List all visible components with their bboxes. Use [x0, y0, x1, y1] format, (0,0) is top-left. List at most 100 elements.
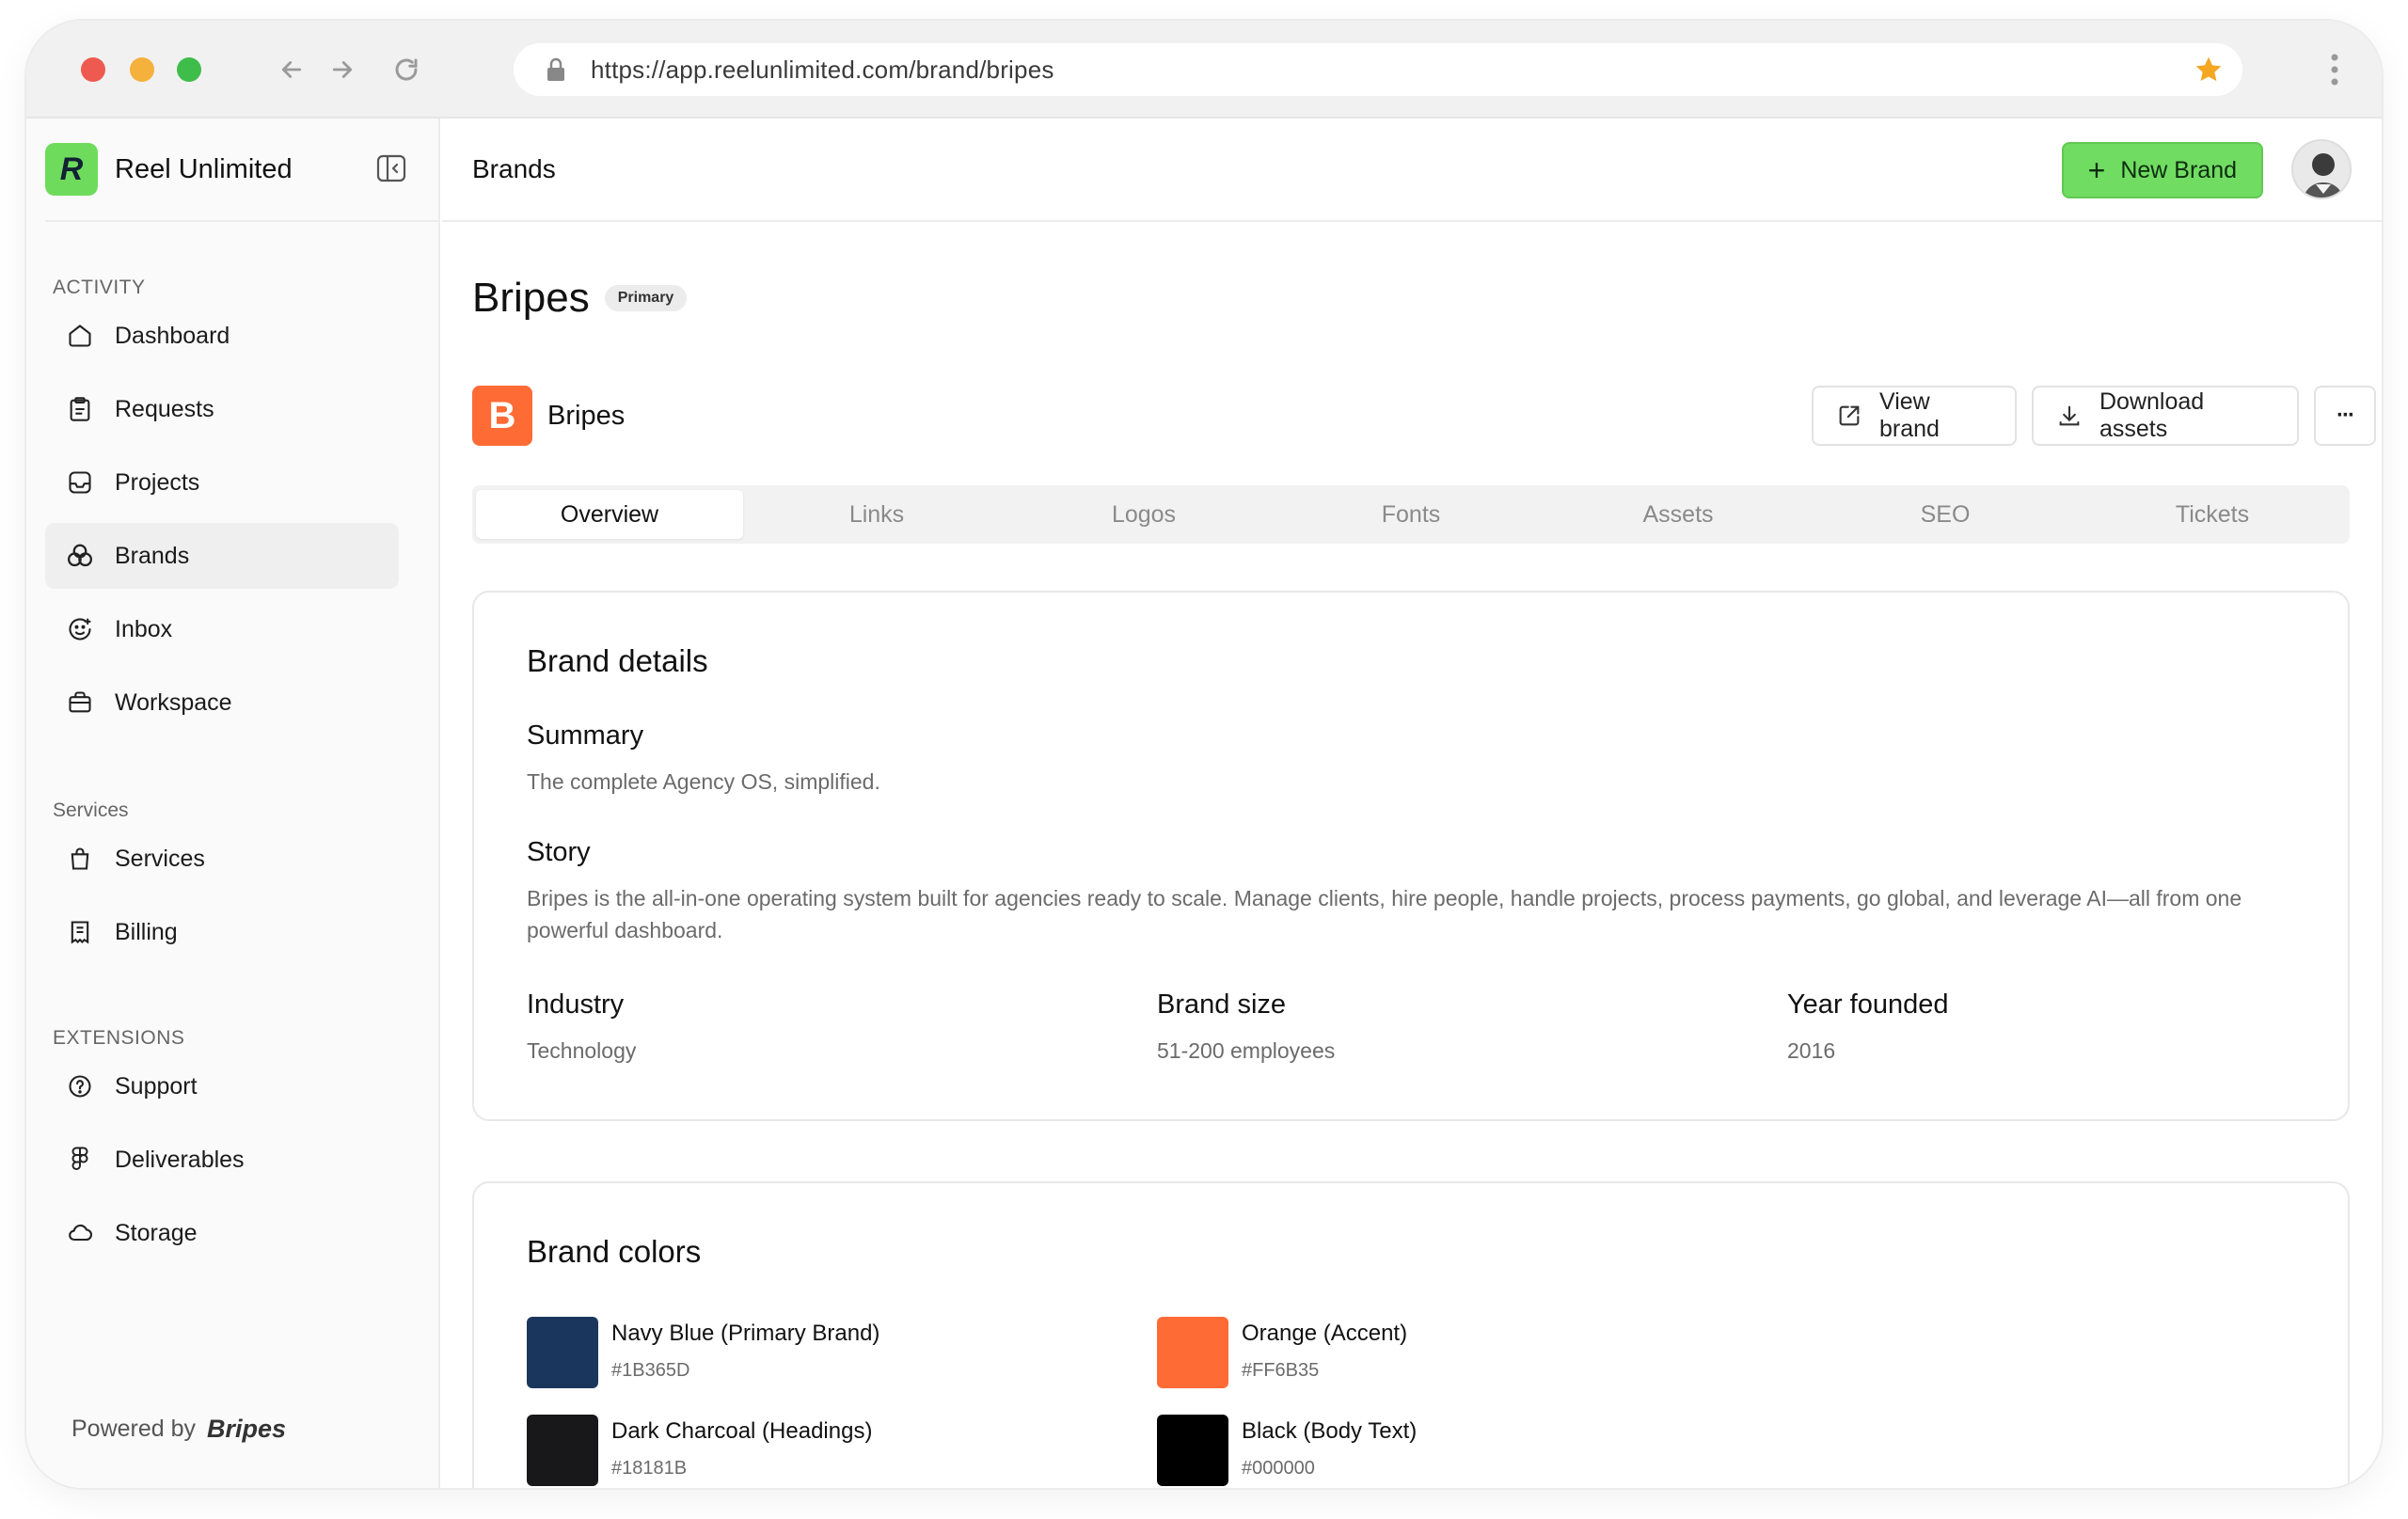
color-swatch[interactable]: Dark Charcoal (Headings) #18181B — [527, 1415, 872, 1486]
color-name: Black (Body Text) — [1242, 1418, 1418, 1444]
sidebar-item-brands[interactable]: Brands — [45, 523, 399, 589]
color-hex: #FF6B35 — [1242, 1360, 1320, 1381]
color-swatch[interactable]: Orange (Accent) #FF6B35 — [1157, 1317, 1407, 1388]
brand-size-value: 51-200 employees — [1157, 1038, 1336, 1063]
new-brand-button[interactable]: + New Brand — [2061, 142, 2263, 198]
tab-tickets[interactable]: Tickets — [2079, 490, 2346, 539]
brand-size-label: Brand size — [1157, 989, 1287, 1020]
back-arrow-icon[interactable] — [273, 51, 310, 88]
plus-icon: + — [2087, 153, 2106, 187]
figma-icon — [64, 1144, 96, 1176]
powered-by-label: Powered by — [71, 1416, 197, 1442]
year-founded-value: 2016 — [1787, 1038, 1836, 1063]
close-window-button[interactable] — [81, 57, 105, 82]
summary-text: The complete Agency OS, simplified. — [527, 769, 880, 794]
tab-assets[interactable]: Assets — [1545, 490, 1812, 539]
view-brand-button[interactable]: View brand — [1812, 386, 2017, 446]
forward-arrow-icon[interactable] — [324, 51, 361, 88]
browser-menu-icon[interactable] — [2329, 53, 2340, 91]
sidebar-item-dashboard[interactable]: Dashboard — [45, 303, 399, 369]
sidebar-item-label: Workspace — [115, 688, 232, 716]
home-icon — [64, 320, 96, 352]
color-square — [527, 1317, 598, 1388]
tab-fonts[interactable]: Fonts — [1277, 490, 1545, 539]
tab-overview[interactable]: Overview — [476, 490, 743, 539]
workspace-name: Reel Unlimited — [115, 153, 293, 184]
new-brand-label: New Brand — [2120, 156, 2237, 183]
tab-seo[interactable]: SEO — [1812, 490, 2079, 539]
brand-title-text: Bripes — [472, 275, 590, 321]
brand-name: Bripes — [547, 400, 626, 431]
help-circle-icon — [64, 1070, 96, 1102]
brand-logo-icon: B — [472, 386, 532, 446]
bookmark-star-icon[interactable] — [2194, 55, 2224, 89]
main-content: Brands + New Brand Bripes Primary B Brip… — [442, 119, 2382, 1488]
reload-icon[interactable] — [388, 51, 425, 88]
brand-identity: B Bripes — [472, 386, 625, 446]
brand-details-heading: Brand details — [527, 643, 708, 678]
url-text: https://app.reelunlimited.com/brand/brip… — [591, 55, 1054, 84]
minimize-window-button[interactable] — [130, 57, 154, 82]
sidebar-item-deliverables[interactable]: Deliverables — [45, 1127, 399, 1193]
sidebar-item-services[interactable]: Services — [45, 826, 399, 892]
powered-by: Powered by Bripes — [71, 1415, 286, 1444]
sidebar-item-label: Brands — [115, 542, 190, 569]
view-brand-label: View brand — [1879, 388, 1940, 442]
summary-label: Summary — [527, 720, 644, 751]
bag-icon — [64, 843, 96, 875]
sidebar-toggle-icon[interactable] — [376, 154, 406, 187]
avatar[interactable] — [2291, 139, 2352, 199]
section-title-extensions: EXTENSIONS — [53, 1027, 185, 1049]
sidebar-item-requests[interactable]: Requests — [45, 376, 399, 442]
breadcrumb: Brands — [472, 154, 556, 183]
section-title-services: Services — [53, 799, 129, 821]
industry-value: Technology — [527, 1038, 637, 1063]
color-hex: #000000 — [1242, 1458, 1315, 1479]
receipt-icon — [64, 916, 96, 948]
sidebar-item-label: Projects — [115, 468, 200, 496]
sidebar-item-billing[interactable]: Billing — [45, 899, 399, 965]
sidebar-item-storage[interactable]: Storage — [45, 1200, 399, 1266]
sidebar: R Reel Unlimited ACTIVITY Dashboard Requ… — [26, 119, 440, 1488]
sidebar-item-label: Billing — [115, 918, 178, 945]
address-bar[interactable]: https://app.reelunlimited.com/brand/brip… — [514, 43, 2242, 96]
inbox-tray-icon — [64, 467, 96, 498]
brand-colors-heading: Brand colors — [527, 1234, 702, 1269]
briefcase-icon — [64, 687, 96, 719]
download-assets-button[interactable]: Download assets — [2032, 386, 2299, 446]
color-swatch[interactable]: Navy Blue (Primary Brand) #1B365D — [527, 1317, 879, 1388]
more-horizontal-icon: ··· — [2337, 403, 2355, 428]
cloud-icon — [64, 1217, 96, 1249]
sidebar-item-inbox[interactable]: Inbox — [45, 596, 399, 662]
color-hex: #18181B — [611, 1458, 688, 1479]
clipboard-icon — [64, 393, 96, 425]
sidebar-item-projects[interactable]: Projects — [45, 450, 399, 515]
industry-label: Industry — [527, 989, 625, 1020]
color-swatch[interactable]: Black (Body Text) #000000 — [1157, 1415, 1417, 1486]
color-square — [1157, 1317, 1228, 1388]
year-founded-label: Year founded — [1787, 989, 1949, 1020]
story-text: Bripes is the all-in-one operating syste… — [527, 886, 2242, 942]
sidebar-item-support[interactable]: Support — [45, 1053, 399, 1119]
tab-links[interactable]: Links — [743, 490, 1010, 539]
sidebar-item-label: Deliverables — [115, 1146, 245, 1173]
sidebar-item-workspace[interactable]: Workspace — [45, 670, 399, 736]
browser-window: https://app.reelunlimited.com/brand/brip… — [26, 21, 2382, 1488]
sidebar-item-label: Services — [115, 845, 205, 872]
section-title-activity: ACTIVITY — [53, 277, 146, 298]
tab-logos[interactable]: Logos — [1010, 490, 1277, 539]
more-options-button[interactable]: ··· — [2314, 386, 2376, 446]
maximize-window-button[interactable] — [177, 57, 201, 82]
powered-by-logo[interactable]: Bripes — [207, 1415, 286, 1444]
color-square — [527, 1415, 598, 1486]
sidebar-item-label: Requests — [115, 395, 214, 422]
sidebar-item-label: Support — [115, 1072, 198, 1100]
browser-chrome: https://app.reelunlimited.com/brand/brip… — [26, 21, 2382, 119]
color-hex: #1B365D — [611, 1360, 690, 1381]
brand-colors-card: Brand colors Navy Blue (Primary Brand) #… — [472, 1181, 2350, 1488]
download-assets-label: Download assets — [2099, 388, 2205, 442]
primary-badge: Primary — [604, 285, 688, 311]
download-icon — [2056, 403, 2083, 429]
tab-bar: Overview Links Logos Fonts Assets SEO Ti… — [472, 485, 2350, 544]
brand-details-card: Brand details Summary The complete Agenc… — [472, 591, 2350, 1121]
